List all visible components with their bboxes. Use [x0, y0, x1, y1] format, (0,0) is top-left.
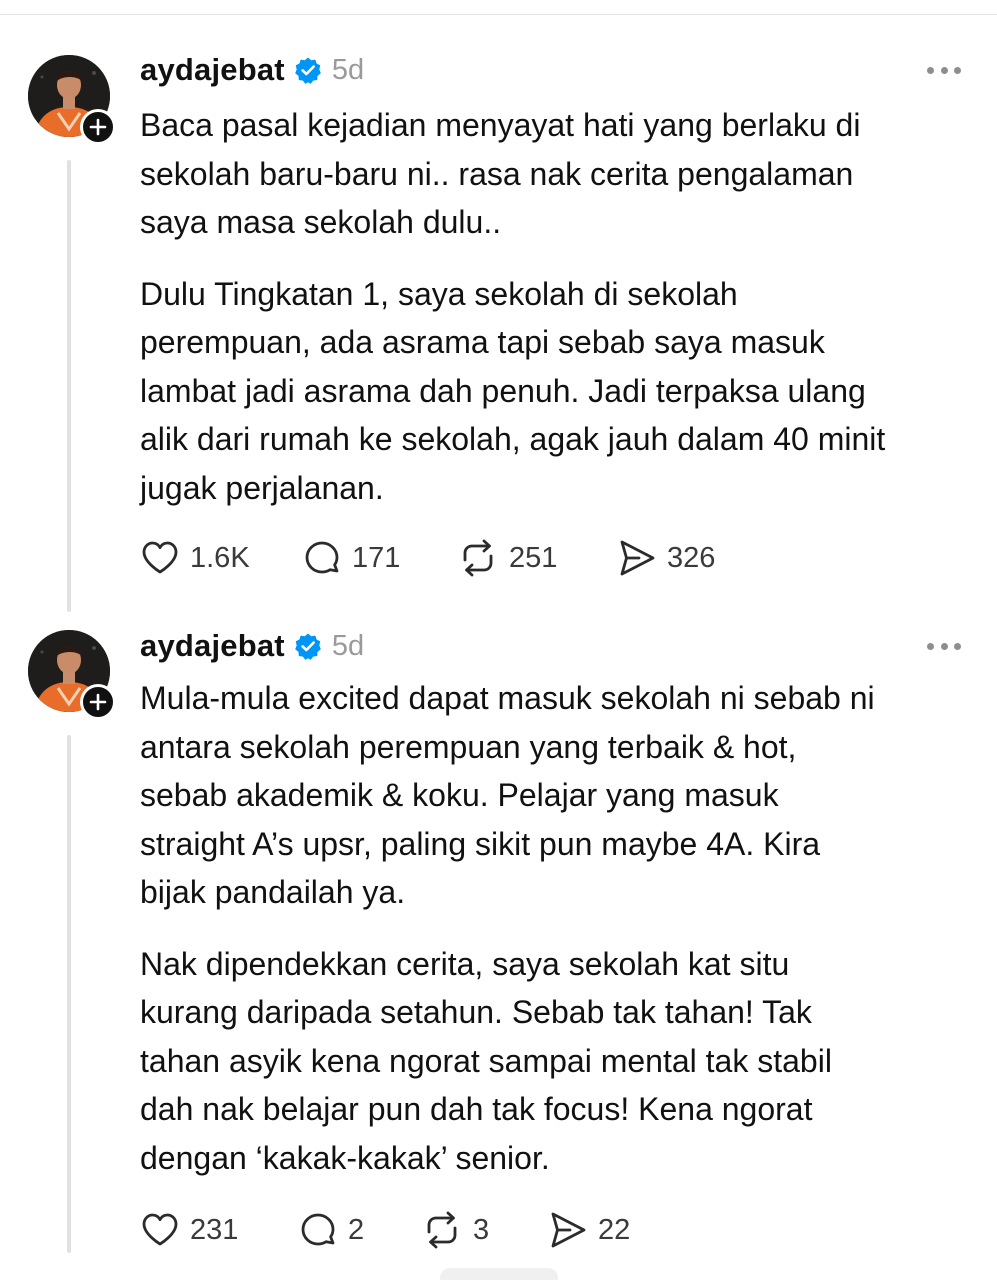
top-divider	[0, 14, 997, 15]
like-button[interactable]: 231	[140, 1207, 298, 1253]
text-line: sekolah baru-baru ni.. rasa nak cerita p…	[140, 155, 854, 192]
text-line: Nak dipendekkan cerita, saya sekolah kat…	[140, 945, 790, 982]
username[interactable]: aydajebat	[140, 628, 285, 664]
repost-count: 3	[473, 1213, 490, 1246]
text-line: straight A’s upsr, paling sikit pun mayb…	[140, 825, 821, 862]
thread-line	[67, 735, 71, 1253]
send-icon	[620, 540, 655, 576]
thread-line	[67, 160, 71, 612]
post-actions: 1.6K 171 251 326	[140, 535, 715, 581]
more-options-icon[interactable]	[927, 65, 961, 75]
text-line: Baca pasal kejadian menyayat hati yang b…	[140, 107, 861, 143]
post-paragraph: Baca pasal kejadian menyayat hati yang b…	[140, 101, 970, 247]
post-time: 5d	[331, 53, 365, 86]
post-body: Baca pasal kejadian menyayat hati yang b…	[140, 101, 970, 535]
follow-button[interactable]	[80, 109, 116, 145]
reply-button[interactable]: 2	[298, 1207, 421, 1253]
text-line: sebab akademik & koku. Pelajar yang masu…	[140, 777, 779, 813]
reply-count: 2	[348, 1213, 365, 1246]
verified-badge-icon	[295, 57, 321, 84]
comment-icon	[301, 1213, 335, 1246]
repost-icon	[463, 539, 493, 577]
threads-feed: aydajebat 5d Baca pasal kejadian menyaya…	[0, 0, 997, 1280]
text-line: jugak perjalanan.	[140, 469, 384, 506]
text-line: dengan ‘kakak-kakak’ senior.	[140, 1139, 550, 1176]
share-count: 326	[667, 541, 716, 574]
post-paragraph: Dulu Tingkatan 1, saya sekolah di sekola…	[140, 270, 970, 513]
post-header: aydajebat 5d	[140, 626, 364, 666]
share-button[interactable]: 22	[548, 1207, 630, 1253]
reply-button[interactable]: 171	[302, 535, 457, 581]
post-paragraph: Nak dipendekkan cerita, saya sekolah kat…	[140, 940, 970, 1183]
like-button[interactable]: 1.6K	[140, 535, 302, 581]
repost-count: 251	[509, 541, 558, 574]
post-time: 5d	[331, 629, 365, 662]
text-line: bijak pandailah ya.	[140, 874, 406, 910]
repost-icon	[427, 1211, 457, 1249]
post-body: Mula-mula excited dapat masuk sekolah ni…	[140, 674, 970, 1205]
share-count: 22	[598, 1213, 631, 1246]
heart-icon	[142, 1213, 178, 1246]
repost-button[interactable]: 3	[421, 1207, 548, 1253]
reply-count: 171	[352, 541, 401, 574]
plus-icon	[89, 118, 107, 136]
post-actions: 231 2 3 22	[140, 1207, 630, 1253]
text-line: Mula-mula excited dapat masuk sekolah ni…	[140, 680, 875, 716]
text-line: dah nak belajar pun dah tak focus! Kena …	[140, 1091, 813, 1127]
text-line: alik dari rumah ke sekolah, agak jauh da…	[140, 421, 886, 457]
repost-button[interactable]: 251	[457, 535, 617, 581]
username[interactable]: aydajebat	[140, 52, 285, 88]
comment-icon	[305, 541, 339, 574]
like-count: 231	[190, 1213, 239, 1246]
like-count: 1.6K	[190, 541, 250, 574]
text-line: lambat jadi asrama dah penuh. Jadi terpa…	[140, 372, 866, 409]
plus-icon	[89, 693, 107, 711]
post-paragraph: Mula-mula excited dapat masuk sekolah ni…	[140, 674, 970, 917]
text-line: perempuan, ada asrama tapi sebab saya ma…	[140, 324, 825, 360]
follow-button[interactable]	[80, 684, 116, 720]
more-options-icon[interactable]	[927, 641, 961, 651]
text-line: kurang daripada setahun. Sebab tak tahan…	[140, 994, 812, 1030]
text-line: antara sekolah perempuan yang terbaik & …	[140, 728, 797, 765]
share-button[interactable]: 326	[617, 535, 715, 581]
scroll-hint	[440, 1268, 558, 1280]
text-line: Dulu Tingkatan 1, saya sekolah di sekola…	[140, 275, 738, 312]
verified-badge-icon	[295, 633, 321, 660]
text-line: saya masa sekolah dulu..	[140, 204, 502, 240]
text-line: tahan asyik kena ngorat sampai mental ta…	[140, 1042, 832, 1079]
send-icon	[551, 1212, 586, 1248]
heart-icon	[142, 541, 178, 574]
post-header: aydajebat 5d	[140, 50, 364, 90]
